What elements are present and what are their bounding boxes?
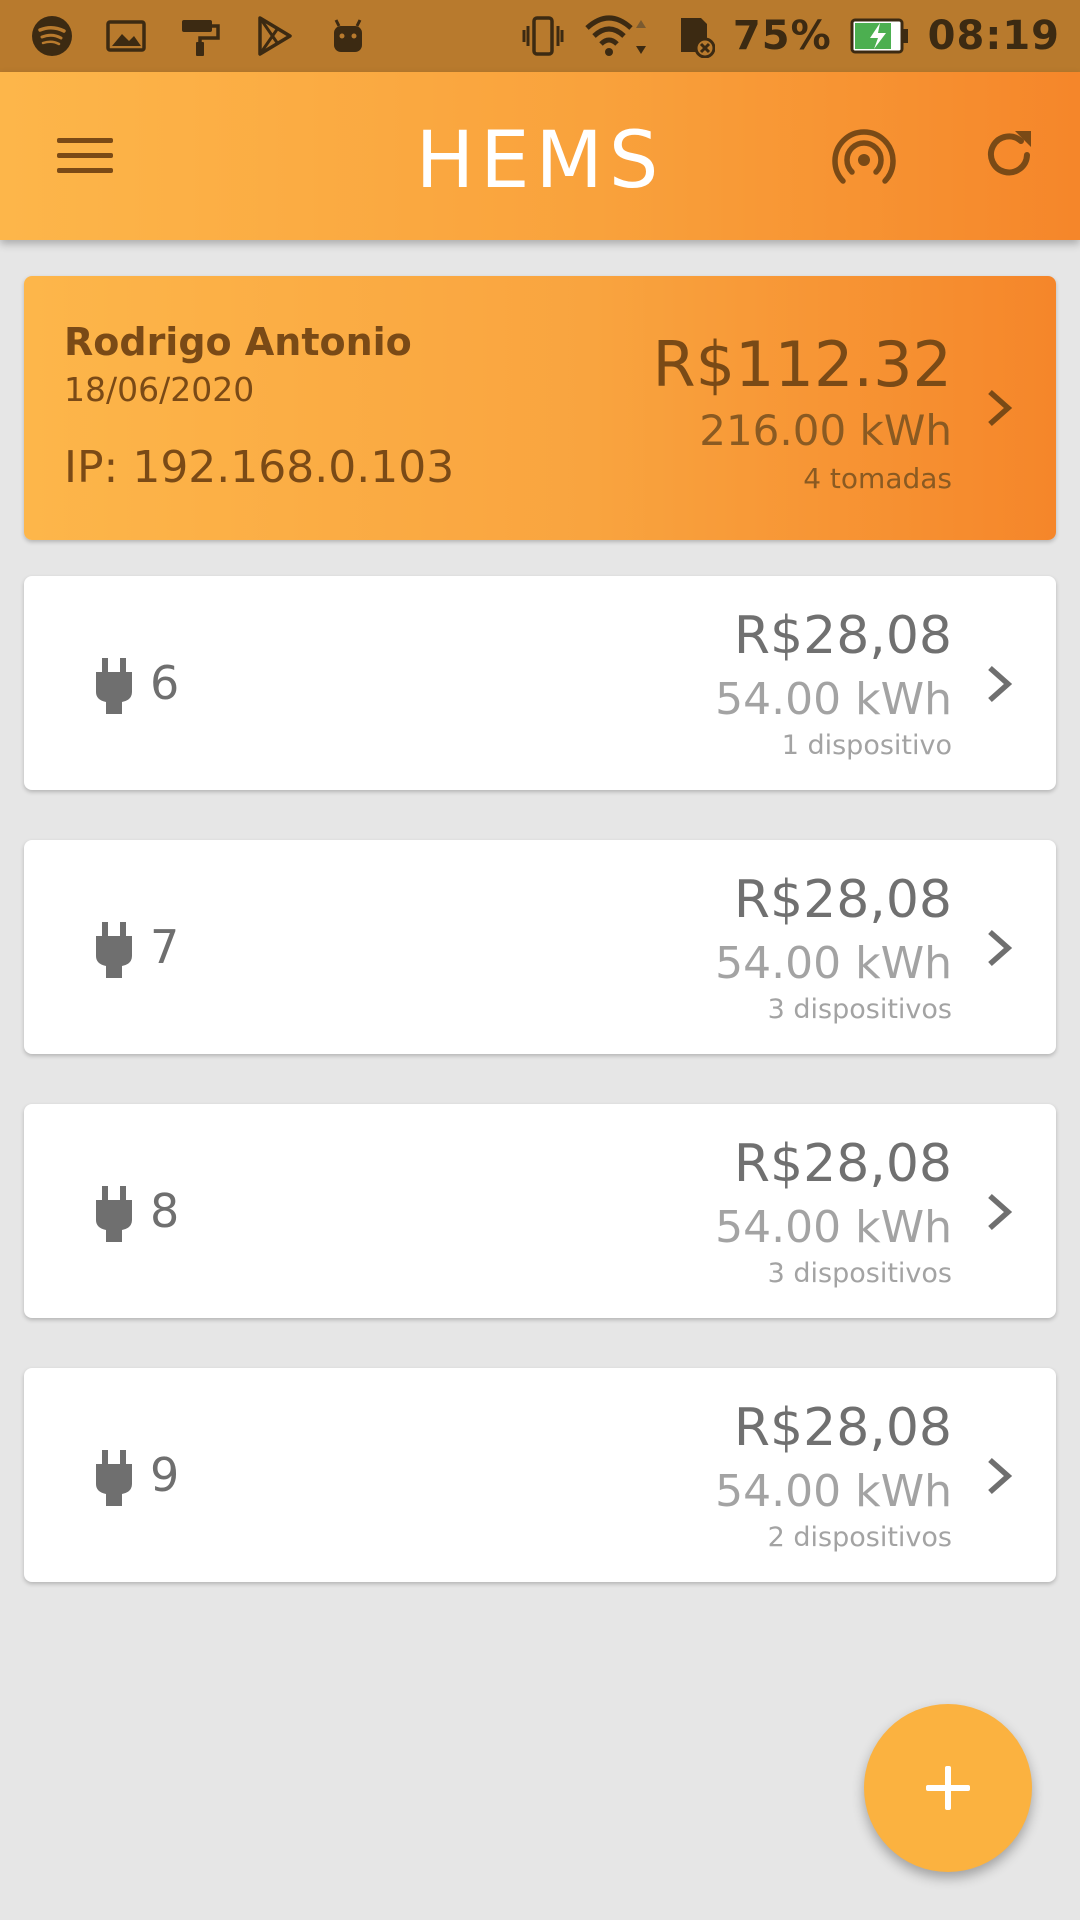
summary-card[interactable]: Rodrigo Antonio 18/06/2020 IP: 192.168.0… [24,276,1056,540]
outlet-number: 9 [150,1448,180,1502]
outlet-number: 8 [150,1184,180,1238]
outlet-number: 6 [150,656,180,710]
broadcast-icon [832,129,896,184]
refresh-icon [988,131,1031,176]
spotify-icon [30,14,74,58]
outlet-card[interactable]: 9 R$28,08 54.00 kWh 2 dispositivos [24,1368,1056,1582]
chevron-right-icon [988,665,1013,703]
device-count: 2 dispositivos [767,1522,952,1553]
outlet-price: R$28,08 [733,870,952,930]
system-icons: 75% 08:19 [521,13,1060,59]
outlet-energy: 54.00 kWh [715,1202,952,1253]
hamburger-menu-icon [57,138,113,173]
outlet-card[interactable]: 6 R$28,08 54.00 kWh 1 dispositivo [24,576,1056,790]
plug-icon [96,658,132,714]
app-title: HEMS [415,116,665,206]
play-store-icon [252,14,296,58]
outlet-price: R$28,08 [733,1398,952,1458]
android-icon [326,14,370,58]
menu-button[interactable] [50,126,120,186]
outlet-price: R$28,08 [733,606,952,666]
outlet-energy: 54.00 kWh [715,674,952,725]
chevron-right-icon [988,1193,1013,1231]
plug-icon [96,922,132,978]
chevron-right-icon [988,1457,1013,1495]
notification-icons [30,14,370,58]
plug-icon [96,1450,132,1506]
broadcast-button[interactable] [826,122,902,198]
outlet-card[interactable]: 8 R$28,08 54.00 kWh 3 dispositivos [24,1104,1056,1318]
battery-percent: 75% [732,13,832,59]
chevron-right-icon [988,389,1013,427]
refresh-button[interactable] [976,122,1042,188]
paint-roller-icon [178,14,222,58]
outlet-price: R$28,08 [733,1134,952,1194]
outlet-energy: 54.00 kWh [715,1466,952,1517]
total-energy: 216.00 kWh [699,406,952,455]
outlet-number: 7 [150,920,180,974]
sd-card-icon [671,14,715,58]
device-count: 3 dispositivos [767,1258,952,1289]
summary-date: 18/06/2020 [64,370,255,409]
user-name: Rodrigo Antonio [64,320,412,364]
battery-charging-icon [850,14,910,58]
status-bar: 75% 08:19 [0,0,1080,72]
plus-icon [926,1766,970,1810]
outlet-energy: 54.00 kWh [715,938,952,989]
image-icon [104,14,148,58]
device-count: 3 dispositivos [767,994,952,1025]
total-price: R$112.32 [652,328,952,401]
ip-address: IP: 192.168.0.103 [64,442,455,493]
wifi-icon [583,14,653,58]
plug-icon [96,1186,132,1242]
device-count: 1 dispositivo [781,730,952,761]
outlet-count: 4 tomadas [803,462,952,495]
vibrate-icon [521,14,565,58]
outlet-card[interactable]: 7 R$28,08 54.00 kWh 3 dispositivos [24,840,1056,1054]
add-outlet-button[interactable] [864,1704,1032,1872]
app-bar: HEMS [0,72,1080,240]
chevron-right-icon [988,929,1013,967]
clock: 08:19 [927,13,1060,59]
